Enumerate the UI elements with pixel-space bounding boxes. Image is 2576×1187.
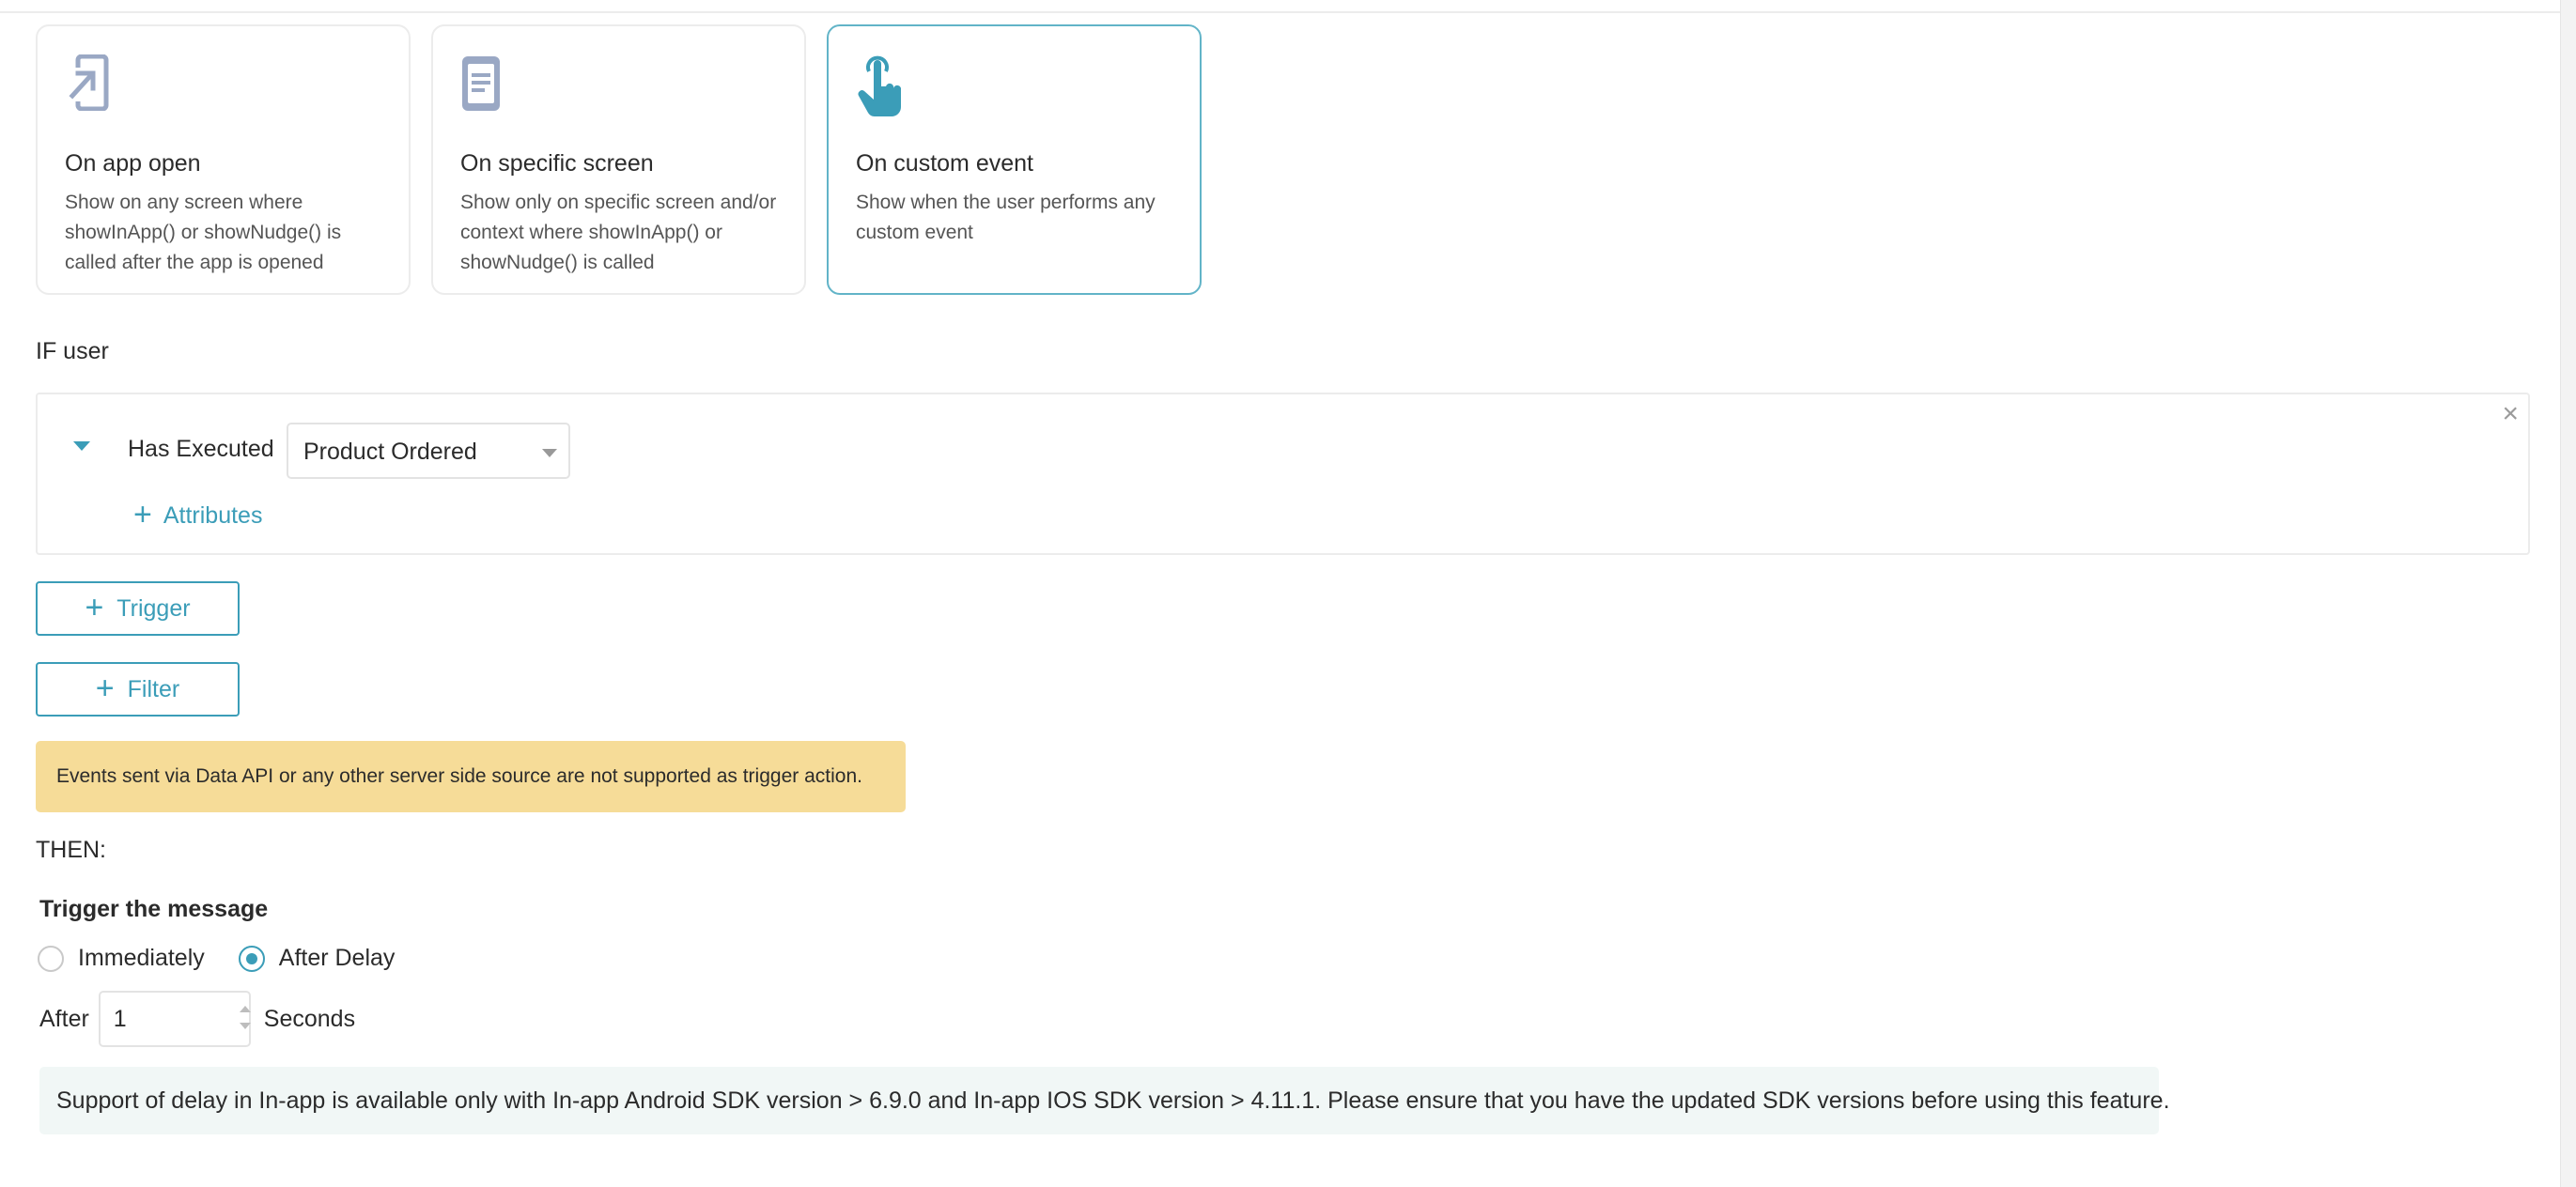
section-title: Trigger the message [39, 896, 268, 923]
add-filter-label: Filter [128, 676, 180, 703]
condition-label: Has Executed [128, 436, 274, 463]
delay-stepper[interactable] [89, 991, 264, 1047]
unit-label: Seconds [264, 1006, 355, 1033]
plus-icon: + [96, 672, 115, 704]
info-text: Support of delay in In-app is available … [56, 1087, 2170, 1115]
event-select[interactable]: Product Ordered [287, 423, 570, 479]
add-filter-button[interactable]: + Filter [36, 662, 240, 717]
radio-immediately[interactable] [38, 946, 64, 972]
top-divider [0, 11, 2560, 13]
radio-immediately-label[interactable]: Immediately [78, 945, 205, 972]
option-description: Show only on specific screen and/or cont… [460, 188, 782, 278]
tap-hand-icon [856, 54, 901, 121]
condition-rule-box: Has Executed Product Ordered + Attribute… [36, 393, 2530, 555]
option-description: Show when the user performs any custom e… [856, 188, 1177, 248]
option-title: On custom event [856, 150, 1033, 177]
option-card-specific-screen[interactable]: On specific screen Show only on specific… [431, 24, 806, 295]
timing-radio-group: Immediately After Delay [38, 945, 395, 972]
info-banner: Support of delay in In-app is available … [39, 1067, 2159, 1134]
warning-banner: Events sent via Data API or any other se… [36, 741, 906, 812]
collapse-caret-icon[interactable] [73, 441, 90, 451]
plus-icon: + [133, 499, 152, 531]
plus-icon: + [85, 592, 103, 624]
delay-input[interactable] [99, 991, 251, 1047]
add-attributes-link[interactable]: + Attributes [133, 501, 262, 531]
increment-arrow-icon[interactable] [240, 1006, 251, 1012]
event-select-value: Product Ordered [303, 439, 477, 466]
option-description: Show on any screen where showInApp() or … [65, 188, 386, 278]
after-label: After [39, 1006, 89, 1033]
scrollbar[interactable] [2560, 0, 2576, 1187]
chevron-down-icon [542, 449, 557, 457]
radio-after-delay-label[interactable]: After Delay [279, 945, 396, 972]
screen-icon [460, 54, 502, 117]
then-label: THEN: [36, 837, 106, 864]
option-title: On app open [65, 150, 201, 177]
radio-after-delay[interactable] [239, 946, 265, 972]
add-attributes-label: Attributes [163, 502, 263, 530]
if-user-label: IF user [36, 338, 109, 365]
decrement-arrow-icon[interactable] [240, 1023, 251, 1029]
delay-row: After Seconds [39, 991, 355, 1047]
add-trigger-label: Trigger [116, 595, 190, 623]
add-trigger-button[interactable]: + Trigger [36, 581, 240, 636]
close-icon[interactable]: × [2502, 400, 2519, 428]
warning-text: Events sent via Data API or any other se… [56, 765, 862, 788]
app-open-icon [65, 54, 110, 116]
option-card-app-open[interactable]: On app open Show on any screen where sho… [36, 24, 411, 295]
option-card-custom-event[interactable]: On custom event Show when the user perfo… [827, 24, 1202, 295]
option-title: On specific screen [460, 150, 654, 177]
